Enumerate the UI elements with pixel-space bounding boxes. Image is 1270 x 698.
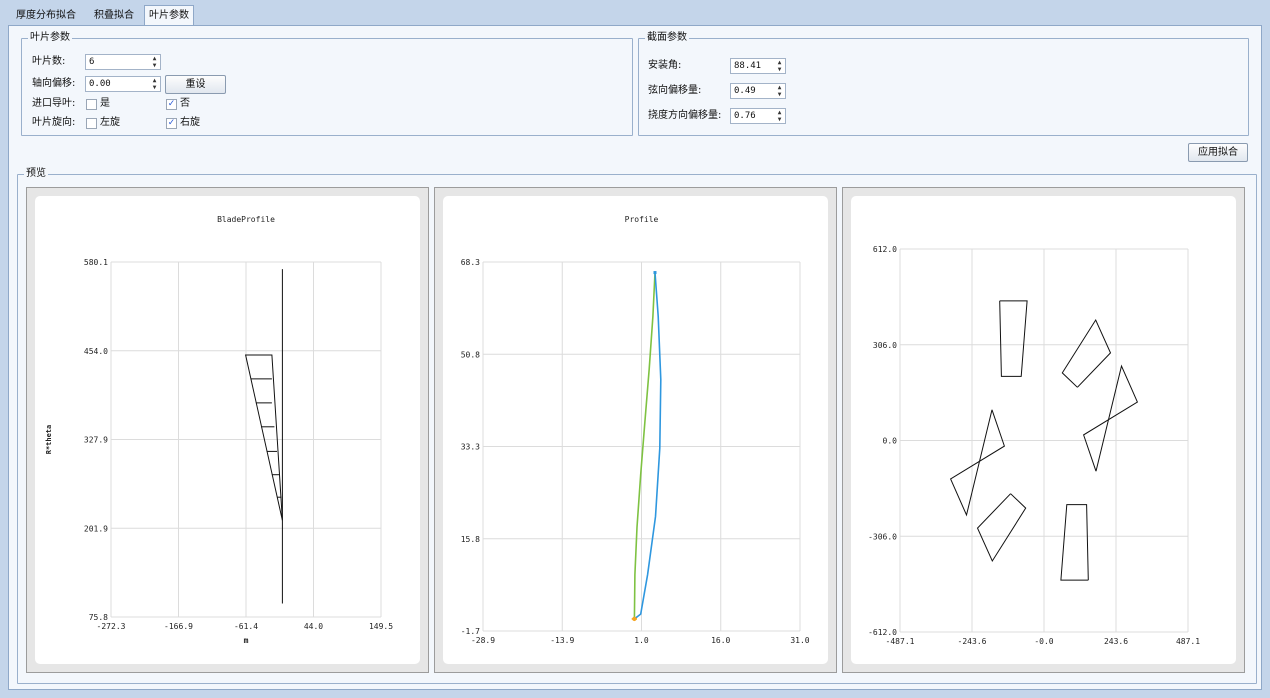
chart-background [443, 196, 828, 664]
inlet-guide-label: 进口导叶: [32, 98, 76, 109]
inlet-no-label: 否 [180, 98, 190, 109]
x-tick-label: -28.9 [471, 636, 495, 645]
rotation-right-label: 右旋 [180, 117, 200, 128]
x-tick-label: 149.5 [369, 622, 393, 631]
y-tick-label: 75.8 [89, 613, 108, 622]
deflection-offset-spinbox[interactable]: 0.76 ▲ ▼ [730, 108, 786, 124]
x-tick-label: -243.6 [958, 637, 987, 646]
axial-offset-label: 轴向偏移: [32, 78, 76, 89]
install-angle-spinbox[interactable]: 88.41 ▲ ▼ [730, 58, 786, 74]
axial-offset-spinbox[interactable]: 0.00 ▲ ▼ [85, 76, 161, 92]
spin-arrows-icon[interactable]: ▲ ▼ [775, 109, 784, 123]
x-tick-label: -272.3 [97, 622, 126, 631]
y-tick-label: 201.9 [84, 524, 108, 533]
y-tick-label: 0.0 [883, 437, 898, 446]
blade-count-spinbox[interactable]: 6 ▲ ▼ [85, 54, 161, 70]
x-tick-label: -13.9 [550, 636, 574, 645]
x-tick-label: -166.9 [164, 622, 193, 631]
x-tick-label: -0.0 [1034, 637, 1053, 646]
spin-arrows-icon[interactable]: ▲ ▼ [150, 77, 159, 91]
cascade-chart-panel: -487.1 -243.6 -0.0 243.6 487.1 -612.0 -306.0 0.… [842, 187, 1245, 673]
rotation-label: 叶片旋向: [32, 117, 76, 128]
rotation-left-label: 左旋 [100, 117, 120, 128]
y-tick-label: -612.0 [868, 628, 897, 637]
blade-params-page: 叶片参数 叶片数: 6 ▲ ▼ 轴向偏移: 0.00 ▲ ▼ 重设 进口导叶: 是 … [8, 25, 1262, 690]
install-angle-value: 88.41 [734, 61, 762, 71]
checkmark-icon: ✓ [167, 99, 176, 109]
y-tick-label: 15.8 [461, 535, 480, 544]
inlet-no-checkbox[interactable]: ✓ [166, 99, 177, 110]
leading-edge-point [632, 616, 637, 622]
y-tick-label: 327.9 [84, 436, 108, 445]
deflection-offset-label: 挠度方向偏移量: [648, 110, 722, 121]
tab-stacking-fit[interactable]: 积叠拟合 [90, 8, 138, 25]
y-tick-label: 33.3 [461, 443, 480, 452]
profile-chart-panel: -28.9 -13.9 1.0 16.0 31.0 -1.7 15.8 33.3 50.8 68.… [434, 187, 837, 673]
axial-offset-value: 0.00 [89, 79, 111, 89]
deflection-offset-value: 0.76 [734, 111, 756, 121]
chart-title: Profile [625, 215, 659, 224]
x-tick-label: 31.0 [790, 636, 809, 645]
tab-thickness-fit[interactable]: 厚度分布拟合 [12, 8, 80, 25]
trailing-edge-point [653, 271, 657, 275]
y-tick-label: 612.0 [873, 245, 897, 254]
blade-params-title: 叶片参数 [28, 32, 72, 44]
cascade-chart: -487.1 -243.6 -0.0 243.6 487.1 -612.0 -306.0 0.… [851, 196, 1236, 664]
checkmark-icon: ✓ [167, 118, 176, 128]
y-tick-label: -306.0 [868, 532, 897, 541]
chord-offset-label: 弦向偏移量: [648, 85, 702, 96]
blade-params-group: 叶片参数 叶片数: 6 ▲ ▼ 轴向偏移: 0.00 ▲ ▼ 重设 进口导叶: 是 … [21, 32, 633, 136]
install-angle-label: 安装角: [648, 60, 682, 71]
section-params-group: 截面参数 安装角: 88.41 ▲ ▼ 弦向偏移量: 0.49 ▲ ▼ 挠度方向偏移… [638, 32, 1249, 136]
y-tick-label: 50.8 [461, 350, 480, 359]
x-tick-label: 243.6 [1104, 637, 1128, 646]
y-tick-label: 68.3 [461, 258, 480, 267]
chord-offset-spinbox[interactable]: 0.49 ▲ ▼ [730, 83, 786, 99]
reset-button[interactable]: 重设 [165, 75, 226, 94]
y-tick-label: 306.0 [873, 341, 897, 350]
x-tick-label: 44.0 [304, 622, 323, 631]
rotation-left-checkbox[interactable] [86, 118, 97, 129]
x-axis-label: m [244, 636, 249, 645]
blade-profile-chart-panel: -272.3 -166.9 -61.4 44.0 149.5 75.8 201.9 327.9… [26, 187, 429, 673]
y-tick-label: 580.1 [84, 258, 108, 267]
x-tick-label: 1.0 [634, 636, 649, 645]
tab-bar: 厚度分布拟合 积叠拟合 叶片参数 [0, 0, 1270, 26]
y-tick-label: 454.0 [84, 347, 108, 356]
section-params-title: 截面参数 [645, 32, 689, 44]
blade-count-value: 6 [89, 57, 95, 67]
x-tick-label: -61.4 [234, 622, 258, 631]
blade-profile-chart: -272.3 -166.9 -61.4 44.0 149.5 75.8 201.9 327.9… [35, 196, 420, 664]
x-tick-label: 16.0 [711, 636, 730, 645]
inlet-yes-checkbox[interactable] [86, 99, 97, 110]
spin-arrows-icon[interactable]: ▲ ▼ [775, 84, 784, 98]
apply-fit-button[interactable]: 应用拟合 [1188, 143, 1248, 162]
x-tick-label: 487.1 [1176, 637, 1200, 646]
y-axis-label: R*theta [45, 425, 53, 455]
spin-arrows-icon[interactable]: ▲ ▼ [150, 55, 159, 69]
tab-blade-params[interactable]: 叶片参数 [144, 5, 194, 26]
x-tick-label: -487.1 [886, 637, 915, 646]
y-tick-label: -1.7 [461, 627, 480, 636]
chord-offset-value: 0.49 [734, 86, 756, 96]
spin-arrows-icon[interactable]: ▲ ▼ [775, 59, 784, 73]
profile-chart: -28.9 -13.9 1.0 16.0 31.0 -1.7 15.8 33.3 50.8 68.… [443, 196, 828, 664]
chart-title: BladeProfile [217, 215, 275, 224]
inlet-yes-label: 是 [100, 98, 110, 109]
preview-title: 预览 [24, 168, 48, 180]
blade-count-label: 叶片数: [32, 56, 66, 67]
rotation-right-checkbox[interactable]: ✓ [166, 118, 177, 129]
